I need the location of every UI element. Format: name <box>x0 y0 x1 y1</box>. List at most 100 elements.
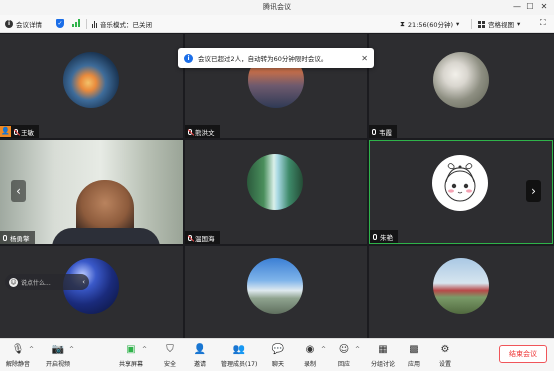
video-tile-3[interactable]: 韦霞 <box>369 34 554 138</box>
shield-icon: ✓ <box>56 19 64 28</box>
invite-label: 邀请 <box>193 361 206 368</box>
prev-page-button[interactable]: ‹ <box>11 180 26 202</box>
emoji-icon[interactable]: ☺ <box>9 277 18 287</box>
mic-muted-icon <box>14 128 18 135</box>
meeting-info-bar: i 会议详情 ✓ 音乐模式：已关闭 ⧗ 21:56(60分钟) ▾ 宫格视图 ▾… <box>0 15 554 33</box>
video-tile-7[interactable] <box>0 246 183 338</box>
settings-icon: ⚙ <box>440 343 450 355</box>
video-off-icon: 📷 ^ <box>51 343 74 355</box>
time-limit-notice: i 会议已超过2人，自动转为60分钟限时会议。 ✕ <box>178 48 374 68</box>
fullscreen-icon: ⛶ <box>540 18 546 27</box>
participant-name-tag: 杨勇擎 <box>0 231 35 244</box>
music-mode-label: 音乐模式：已关闭 <box>100 21 152 29</box>
meeting-details-button[interactable]: i 会议详情 <box>5 19 42 29</box>
start-video-label: 开启视频 <box>46 361 71 368</box>
close-icon[interactable]: ✕ <box>361 54 368 63</box>
reaction-label: 回应 <box>337 361 350 368</box>
mic-muted-icon <box>188 234 192 241</box>
participant-name: 韦霞 <box>379 128 392 137</box>
network-status[interactable] <box>72 19 80 27</box>
breakout-rooms-button[interactable]: ▦ 分组讨论 <box>371 342 395 369</box>
unmute-button[interactable]: 🎙 ^ 解除静音 <box>6 342 34 369</box>
settings-label: 设置 <box>438 361 451 368</box>
info-icon: i <box>5 20 13 28</box>
participant-name: 温国海 <box>195 234 215 243</box>
hourglass-icon: ⧗ <box>400 19 405 28</box>
start-video-button[interactable]: 📷 ^ 开启视频 <box>46 342 74 369</box>
next-page-button[interactable]: › <box>526 180 541 202</box>
share-screen-label: 共享屏幕 <box>119 361 144 368</box>
chat-label: 聊天 <box>271 361 284 368</box>
timer-label: 21:56(60分钟) <box>407 21 453 29</box>
music-mode-status[interactable]: 音乐模式：已关闭 <box>92 19 152 29</box>
end-meeting-button[interactable]: 结束会议 <box>499 345 547 363</box>
meeting-details-label: 会议详情 <box>16 21 42 29</box>
participant-avatar <box>247 258 303 314</box>
invite-icon: 👤 <box>193 343 207 355</box>
collapse-chevron-icon[interactable]: ‹ <box>82 278 85 286</box>
view-mode-button[interactable]: 宫格视图 ▾ <box>478 19 520 29</box>
meeting-timer[interactable]: ⧗ 21:56(60分钟) ▾ <box>400 19 460 30</box>
video-tile-4[interactable]: 杨勇擎 <box>0 140 183 244</box>
mic-icon <box>373 233 377 240</box>
apps-icon: ▩ <box>409 343 419 355</box>
maximize-button[interactable]: ☐ <box>524 1 536 13</box>
manage-members-button[interactable]: 👥 管理成员(17) <box>221 342 258 369</box>
settings-button[interactable]: ⚙ 设置 <box>438 342 452 369</box>
share-screen-button[interactable]: ▣ ^ 共享屏幕 <box>119 342 147 369</box>
participant-name-tag: 熊洪文 <box>185 125 220 138</box>
video-tile-9[interactable] <box>369 246 554 338</box>
title-bar: 腾讯会议 — ☐ ✕ <box>0 0 554 15</box>
host-icon: 👤 <box>0 126 11 137</box>
manage-members-label: 管理成员(17) <box>221 361 258 368</box>
participant-name-tag: 韦霞 <box>369 125 397 138</box>
security-label: 安全 <box>163 361 176 368</box>
apps-button[interactable]: ▩ 应用 <box>407 342 421 369</box>
members-icon: 👥 <box>232 343 246 355</box>
record-label: 录制 <box>303 361 316 368</box>
participant-avatar <box>433 52 489 108</box>
mic-off-icon: 🎙 ^ <box>11 343 34 355</box>
security-button[interactable]: ⛉ 安全 <box>163 342 177 369</box>
shield-icon: ⛉ <box>166 343 174 355</box>
notice-text: 会议已超过2人，自动转为60分钟限时会议。 <box>198 55 328 63</box>
video-tile-8[interactable] <box>185 246 367 338</box>
invite-button[interactable]: 👤 邀请 <box>193 342 207 369</box>
minimize-button[interactable]: — <box>511 1 523 13</box>
participant-name: 熊洪文 <box>195 128 215 137</box>
participant-name-tag: 朱艳 <box>370 230 398 243</box>
music-bars-icon <box>92 20 97 28</box>
participant-shoulders <box>52 228 160 244</box>
signal-icon <box>72 19 80 27</box>
view-mode-label: 宫格视图 <box>488 21 514 29</box>
participant-avatar <box>63 52 119 108</box>
bottom-toolbar: 🎙 ^ 解除静音 📷 ^ 开启视频 ▣ ^ 共享屏幕 ⛉ 安全 👤 邀请 👥 管理成员… <box>0 338 554 371</box>
participant-avatar <box>247 154 303 210</box>
reaction-button[interactable]: ☺ ^ 回应 <box>337 342 360 369</box>
participant-name-tag: 温国海 <box>185 231 220 244</box>
participant-avatar <box>433 258 489 314</box>
participant-name: 杨勇擎 <box>10 234 30 243</box>
fullscreen-button[interactable]: ⛶ <box>540 18 546 28</box>
close-window-button[interactable]: ✕ <box>538 1 550 13</box>
chat-button[interactable]: 💬 聊天 <box>271 342 285 369</box>
record-button[interactable]: ◉ ^ 录制 <box>303 342 326 369</box>
mic-icon <box>372 128 376 135</box>
chat-icon: 💬 <box>271 343 285 355</box>
grid-view-icon <box>478 20 485 28</box>
mic-muted-icon <box>188 128 192 135</box>
participant-avatar <box>432 155 488 211</box>
chevron-down-icon: ▾ <box>456 20 460 28</box>
info-icon: i <box>184 53 193 63</box>
mic-icon <box>3 234 7 241</box>
chat-placeholder: 说点什么... <box>21 279 51 287</box>
chevron-down-icon: ▾ <box>517 20 521 28</box>
apps-label: 应用 <box>407 361 420 368</box>
security-status-button[interactable]: ✓ <box>56 19 64 28</box>
video-tile-1[interactable]: 👤 王敏 <box>0 34 183 138</box>
chat-quick-input[interactable]: ☺ 说点什么... ‹ <box>5 274 89 290</box>
video-tile-5[interactable]: 温国海 <box>185 140 367 244</box>
breakout-icon: ▦ <box>378 343 388 355</box>
participant-name-tag: 👤 王敏 <box>0 125 39 138</box>
window-title: 腾讯会议 <box>263 3 291 11</box>
